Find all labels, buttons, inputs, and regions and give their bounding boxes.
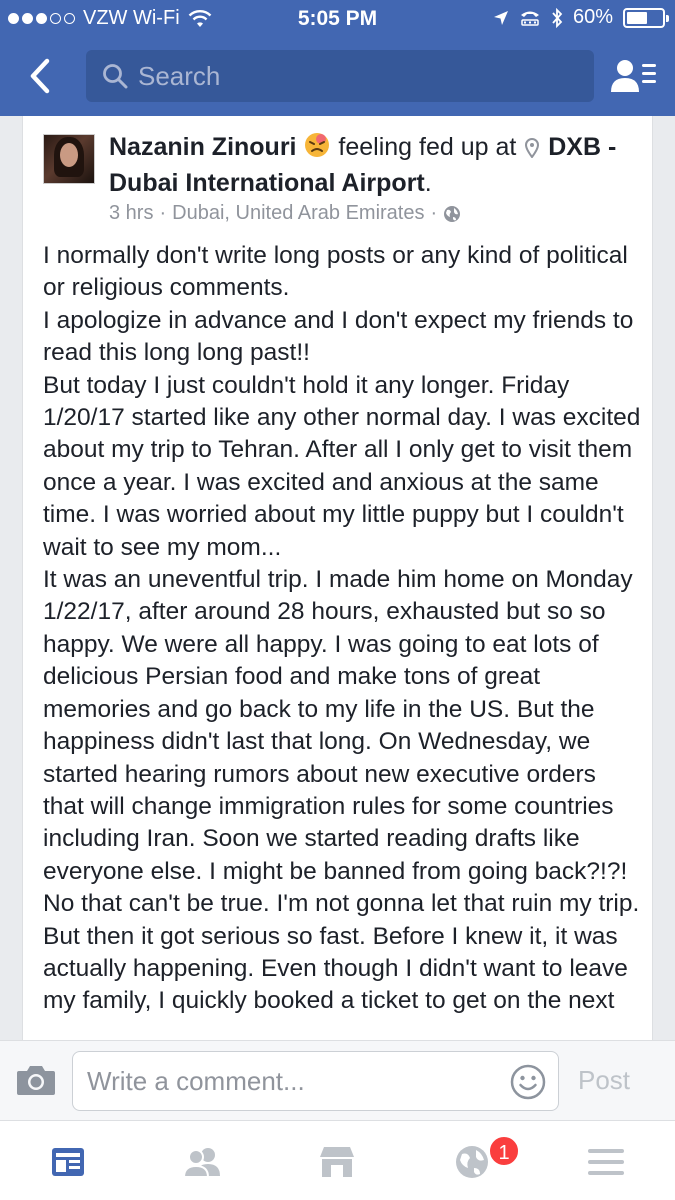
search-input[interactable]: [138, 60, 558, 92]
globe-icon: [443, 205, 461, 223]
post-paragraph: It was an uneventful trip. I made him ho…: [43, 566, 640, 1015]
search-icon: [103, 64, 128, 89]
author-name[interactable]: Nazanin Zinouri: [109, 133, 297, 161]
tab-menu[interactable]: [576, 1139, 636, 1185]
post-header: Nazanin Zinouri feeling fed up at DXB - …: [109, 131, 649, 199]
menu-icon: [588, 1149, 624, 1175]
battery-percent: 60%: [572, 6, 613, 28]
back-button[interactable]: [20, 52, 60, 100]
battery-fill: [627, 11, 647, 24]
location-pin-icon: [525, 134, 540, 166]
search-box[interactable]: [86, 50, 594, 102]
post-paragraph: I normally don't write long posts or any…: [43, 242, 628, 302]
top-header: VZW Wi-Fi 5:05 PM 60%: [0, 0, 675, 116]
status-right: 60%: [493, 6, 669, 29]
location-arrow-icon: [493, 10, 509, 26]
post-time[interactable]: 3 hrs: [109, 202, 153, 225]
camera-icon: [17, 1066, 55, 1095]
marketplace-icon: [320, 1147, 354, 1177]
post-location[interactable]: Dubai, United Arab Emirates: [172, 202, 424, 225]
comment-input[interactable]: [87, 1064, 497, 1098]
friend-list-button[interactable]: [606, 54, 662, 98]
avatar[interactable]: [43, 134, 95, 184]
post-card: Nazanin Zinouri feeling fed up at DXB - …: [22, 116, 653, 1046]
meta-separator: ·: [159, 202, 167, 224]
post-body: I normally don't write long posts or any…: [43, 240, 643, 1018]
tab-bar: 1: [0, 1120, 675, 1200]
globe-notifications-icon: [456, 1146, 488, 1178]
tab-friend-requests[interactable]: [172, 1139, 232, 1185]
smiley-icon: [510, 1064, 546, 1100]
comment-bar: Post: [0, 1040, 675, 1120]
battery-icon: [623, 7, 669, 28]
friends-icon: [182, 1148, 220, 1178]
meta-separator: ·: [430, 202, 438, 224]
post-paragraph: But today I just couldn't hold it any lo…: [43, 371, 641, 561]
emoji-button[interactable]: [510, 1064, 546, 1100]
chevron-left-icon: [30, 58, 50, 94]
tab-news-feed[interactable]: [38, 1139, 98, 1185]
fed-up-emoji-icon: [303, 131, 331, 167]
news-feed-icon: [52, 1148, 84, 1176]
post-meta: 3 hrs · Dubai, United Arab Emirates ·: [109, 202, 461, 225]
friend-list-icon: [611, 60, 656, 92]
status-bar: VZW Wi-Fi 5:05 PM 60%: [0, 0, 675, 38]
bluetooth-icon: [551, 7, 563, 28]
notification-badge: 1: [488, 1135, 520, 1167]
post-paragraph: I apologize in advance and I don't expec…: [43, 306, 634, 367]
feeling-text: feeling fed up at: [338, 133, 517, 161]
tty-icon: [519, 9, 541, 27]
comment-input-box[interactable]: [72, 1051, 559, 1111]
post-button[interactable]: Post: [578, 1065, 630, 1096]
nav-bar: [0, 44, 675, 108]
camera-button[interactable]: [16, 1063, 56, 1099]
tab-marketplace[interactable]: [307, 1139, 367, 1185]
place-period: .: [424, 169, 432, 197]
